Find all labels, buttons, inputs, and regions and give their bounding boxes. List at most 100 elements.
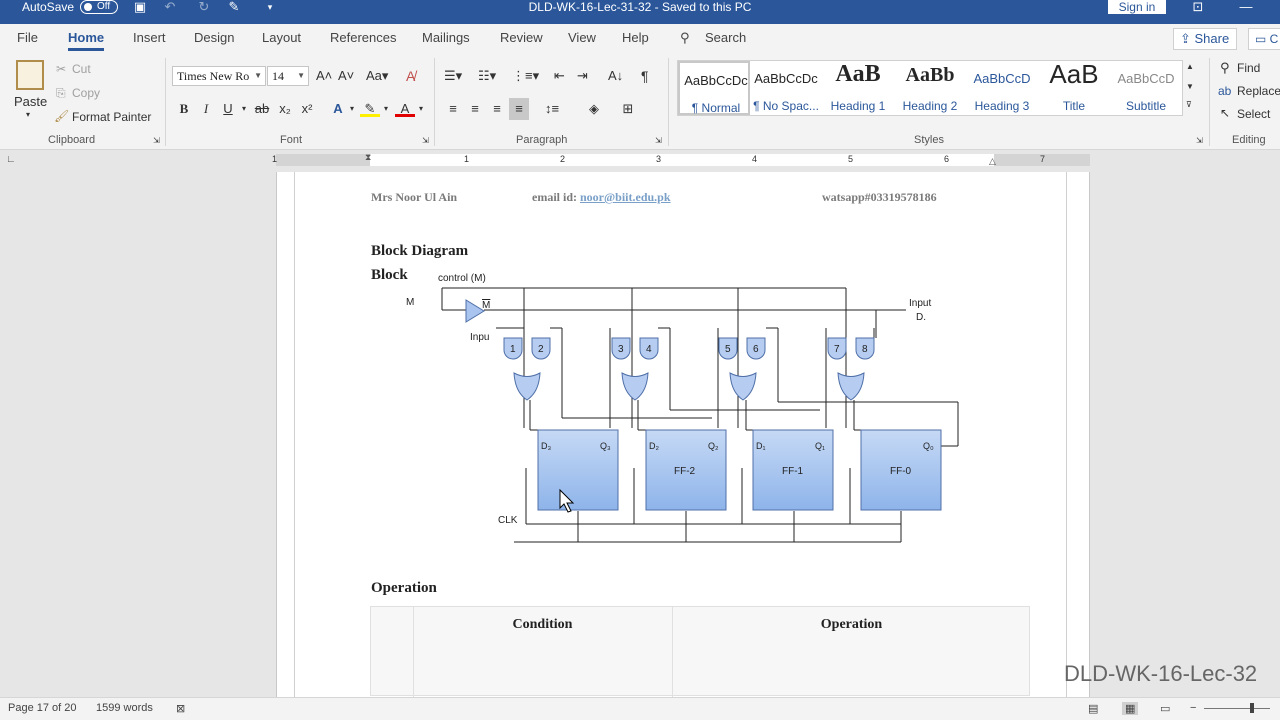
superscript-button[interactable]: x² [297,98,317,120]
chevron-down-icon[interactable]: ▾ [411,98,431,120]
font-group-label: Font [280,134,303,146]
input-left-label: Inpu [470,332,489,343]
style-subtitle[interactable]: AaBbCcD Subtitle [1110,61,1182,115]
style-heading-1[interactable]: AaB Heading 1 [822,61,894,115]
and-gate-label: 7 [834,344,840,355]
page-count[interactable]: Page 17 of 20 [8,702,77,714]
zoom-slider-track[interactable] [1204,708,1270,709]
select-button[interactable]: Select [1237,107,1270,121]
ribbon: Paste ▾ ✂ Cut ⎘ Copy 🖌 Format Painter Cl… [0,54,1280,150]
line-spacing-icon[interactable]: ↕≡ [542,98,562,120]
search-icon[interactable]: ⚲ [680,30,690,46]
tab-selector-icon[interactable]: ∟ [6,154,16,165]
font-name-combo[interactable]: Times New Ro ▼ [172,66,266,86]
styles-launcher-icon[interactable]: ⇲ [1196,136,1203,145]
sort-icon[interactable]: A↓ [608,68,623,83]
clear-formatting-icon[interactable]: A̸ [406,68,415,84]
styles-scroll-down-icon[interactable]: ▼ [1186,82,1194,91]
print-layout-icon[interactable]: ▦ [1122,702,1139,715]
borders-icon[interactable]: ⊞ [618,98,638,120]
decrease-indent-icon[interactable]: ⇤ [554,68,565,84]
find-icon[interactable]: ⚲ [1220,60,1230,76]
zoom-out-icon[interactable]: − [1190,702,1196,714]
tab-layout[interactable]: Layout [262,30,301,45]
indent-marker-icon[interactable]: ⧗ [365,152,371,163]
clipboard-group-label: Clipboard [48,134,96,146]
replace-button[interactable]: Replace [1237,84,1280,98]
paragraph-launcher-icon[interactable]: ⇲ [655,136,662,145]
font-launcher-icon[interactable]: ⇲ [422,136,429,145]
font-size-combo[interactable]: 14 ▼ [267,66,309,86]
styles-more-icon[interactable]: ⊽ [1186,100,1192,109]
tab-insert[interactable]: Insert [133,30,166,45]
increase-indent-icon[interactable]: ⇥ [577,68,588,84]
align-left-icon[interactable]: ≡ [443,98,463,120]
shrink-font-icon[interactable]: A˅ [338,68,354,83]
ruler-number: 7 [1040,154,1046,164]
styles-scroll-up-icon[interactable]: ▲ [1186,62,1194,71]
format-painter-button[interactable]: Format Painter [72,110,151,124]
copy-icon[interactable]: ⎘ [56,86,66,101]
bold-button[interactable]: B [174,98,194,120]
subscript-button[interactable]: x₂ [275,98,295,120]
tab-mailings[interactable]: Mailings [422,30,470,45]
search-box[interactable]: Search [705,30,746,45]
style-no-spacing[interactable]: AaBbCcDc ¶ No Spac... [750,61,822,115]
tab-help[interactable]: Help [622,30,649,45]
zoom-slider-thumb[interactable] [1250,703,1254,713]
tab-review[interactable]: Review [500,30,543,45]
web-layout-icon[interactable]: ▭ [1160,702,1170,715]
tab-design[interactable]: Design [194,30,234,45]
style-normal[interactable]: AaBbCcDc ¶ Normal [678,61,750,115]
operation-table: Condition Operation [370,606,1030,697]
style-heading-3[interactable]: AaBbCcD Heading 3 [966,61,1038,115]
tab-home[interactable]: Home [68,30,105,51]
numbering-icon[interactable]: ☷▾ [478,68,496,84]
select-icon[interactable]: ↖ [1220,106,1230,120]
ff-name-label: FF-0 [890,466,912,477]
underline-dropdown-icon[interactable]: ▾ [234,98,254,120]
align-right-icon[interactable]: ≡ [487,98,507,120]
multilevel-list-icon[interactable]: ⋮≡▾ [512,68,539,84]
style-title[interactable]: AaB Title [1038,59,1110,115]
ruler-left-margin [276,154,370,166]
copy-button[interactable]: Copy [72,86,100,100]
show-formatting-icon[interactable]: ¶ [641,68,649,84]
word-count[interactable]: 1599 words [96,702,153,714]
minimize-icon[interactable]: — [1238,0,1254,14]
paste-dropdown-icon[interactable]: ▾ [26,110,30,119]
paste-button[interactable]: Paste [14,94,47,109]
find-button[interactable]: Find [1237,61,1260,75]
bullets-icon[interactable]: ☰▾ [444,68,462,84]
cut-icon[interactable]: ✂ [56,62,66,76]
align-center-icon[interactable]: ≡ [465,98,485,120]
sign-in-button[interactable]: Sign in [1108,0,1166,14]
italic-button[interactable]: I [196,98,216,120]
grow-font-icon[interactable]: A˄ [316,68,332,83]
format-painter-icon[interactable]: 🖌 [54,109,69,123]
share-button[interactable]: ⇪ Share [1173,28,1237,50]
tab-view[interactable]: View [568,30,596,45]
chevron-down-icon[interactable]: ▾ [376,98,396,120]
ff-q-label: Q₀ [923,441,934,451]
strikethrough-button[interactable]: ab [252,98,272,120]
input-right-sub: D. [916,312,926,323]
comments-button[interactable]: ▭ C [1248,28,1280,50]
proofing-icon[interactable]: ⊠ [176,702,185,715]
replace-icon[interactable]: ab [1218,84,1231,98]
cut-button[interactable]: Cut [72,62,91,76]
read-mode-icon[interactable]: ▤ [1088,702,1098,715]
right-indent-marker-icon[interactable]: △ [989,156,996,167]
tab-references[interactable]: References [330,30,396,45]
tab-file[interactable]: File [17,30,38,45]
and-gate-label: 6 [753,344,759,355]
style-heading-2[interactable]: AaBb Heading 2 [894,61,966,115]
ribbon-display-options-icon[interactable]: ⊡ [1190,0,1206,14]
clipboard-launcher-icon[interactable]: ⇲ [153,136,160,145]
email-link[interactable]: noor@biit.edu.pk [580,190,671,204]
comments-label: C [1269,32,1279,46]
chevron-down-icon[interactable]: ▾ [342,98,362,120]
justify-icon[interactable]: ≡ [509,98,529,120]
change-case-icon[interactable]: Aa▾ [366,68,388,84]
shading-icon[interactable]: ◈ [584,98,604,120]
